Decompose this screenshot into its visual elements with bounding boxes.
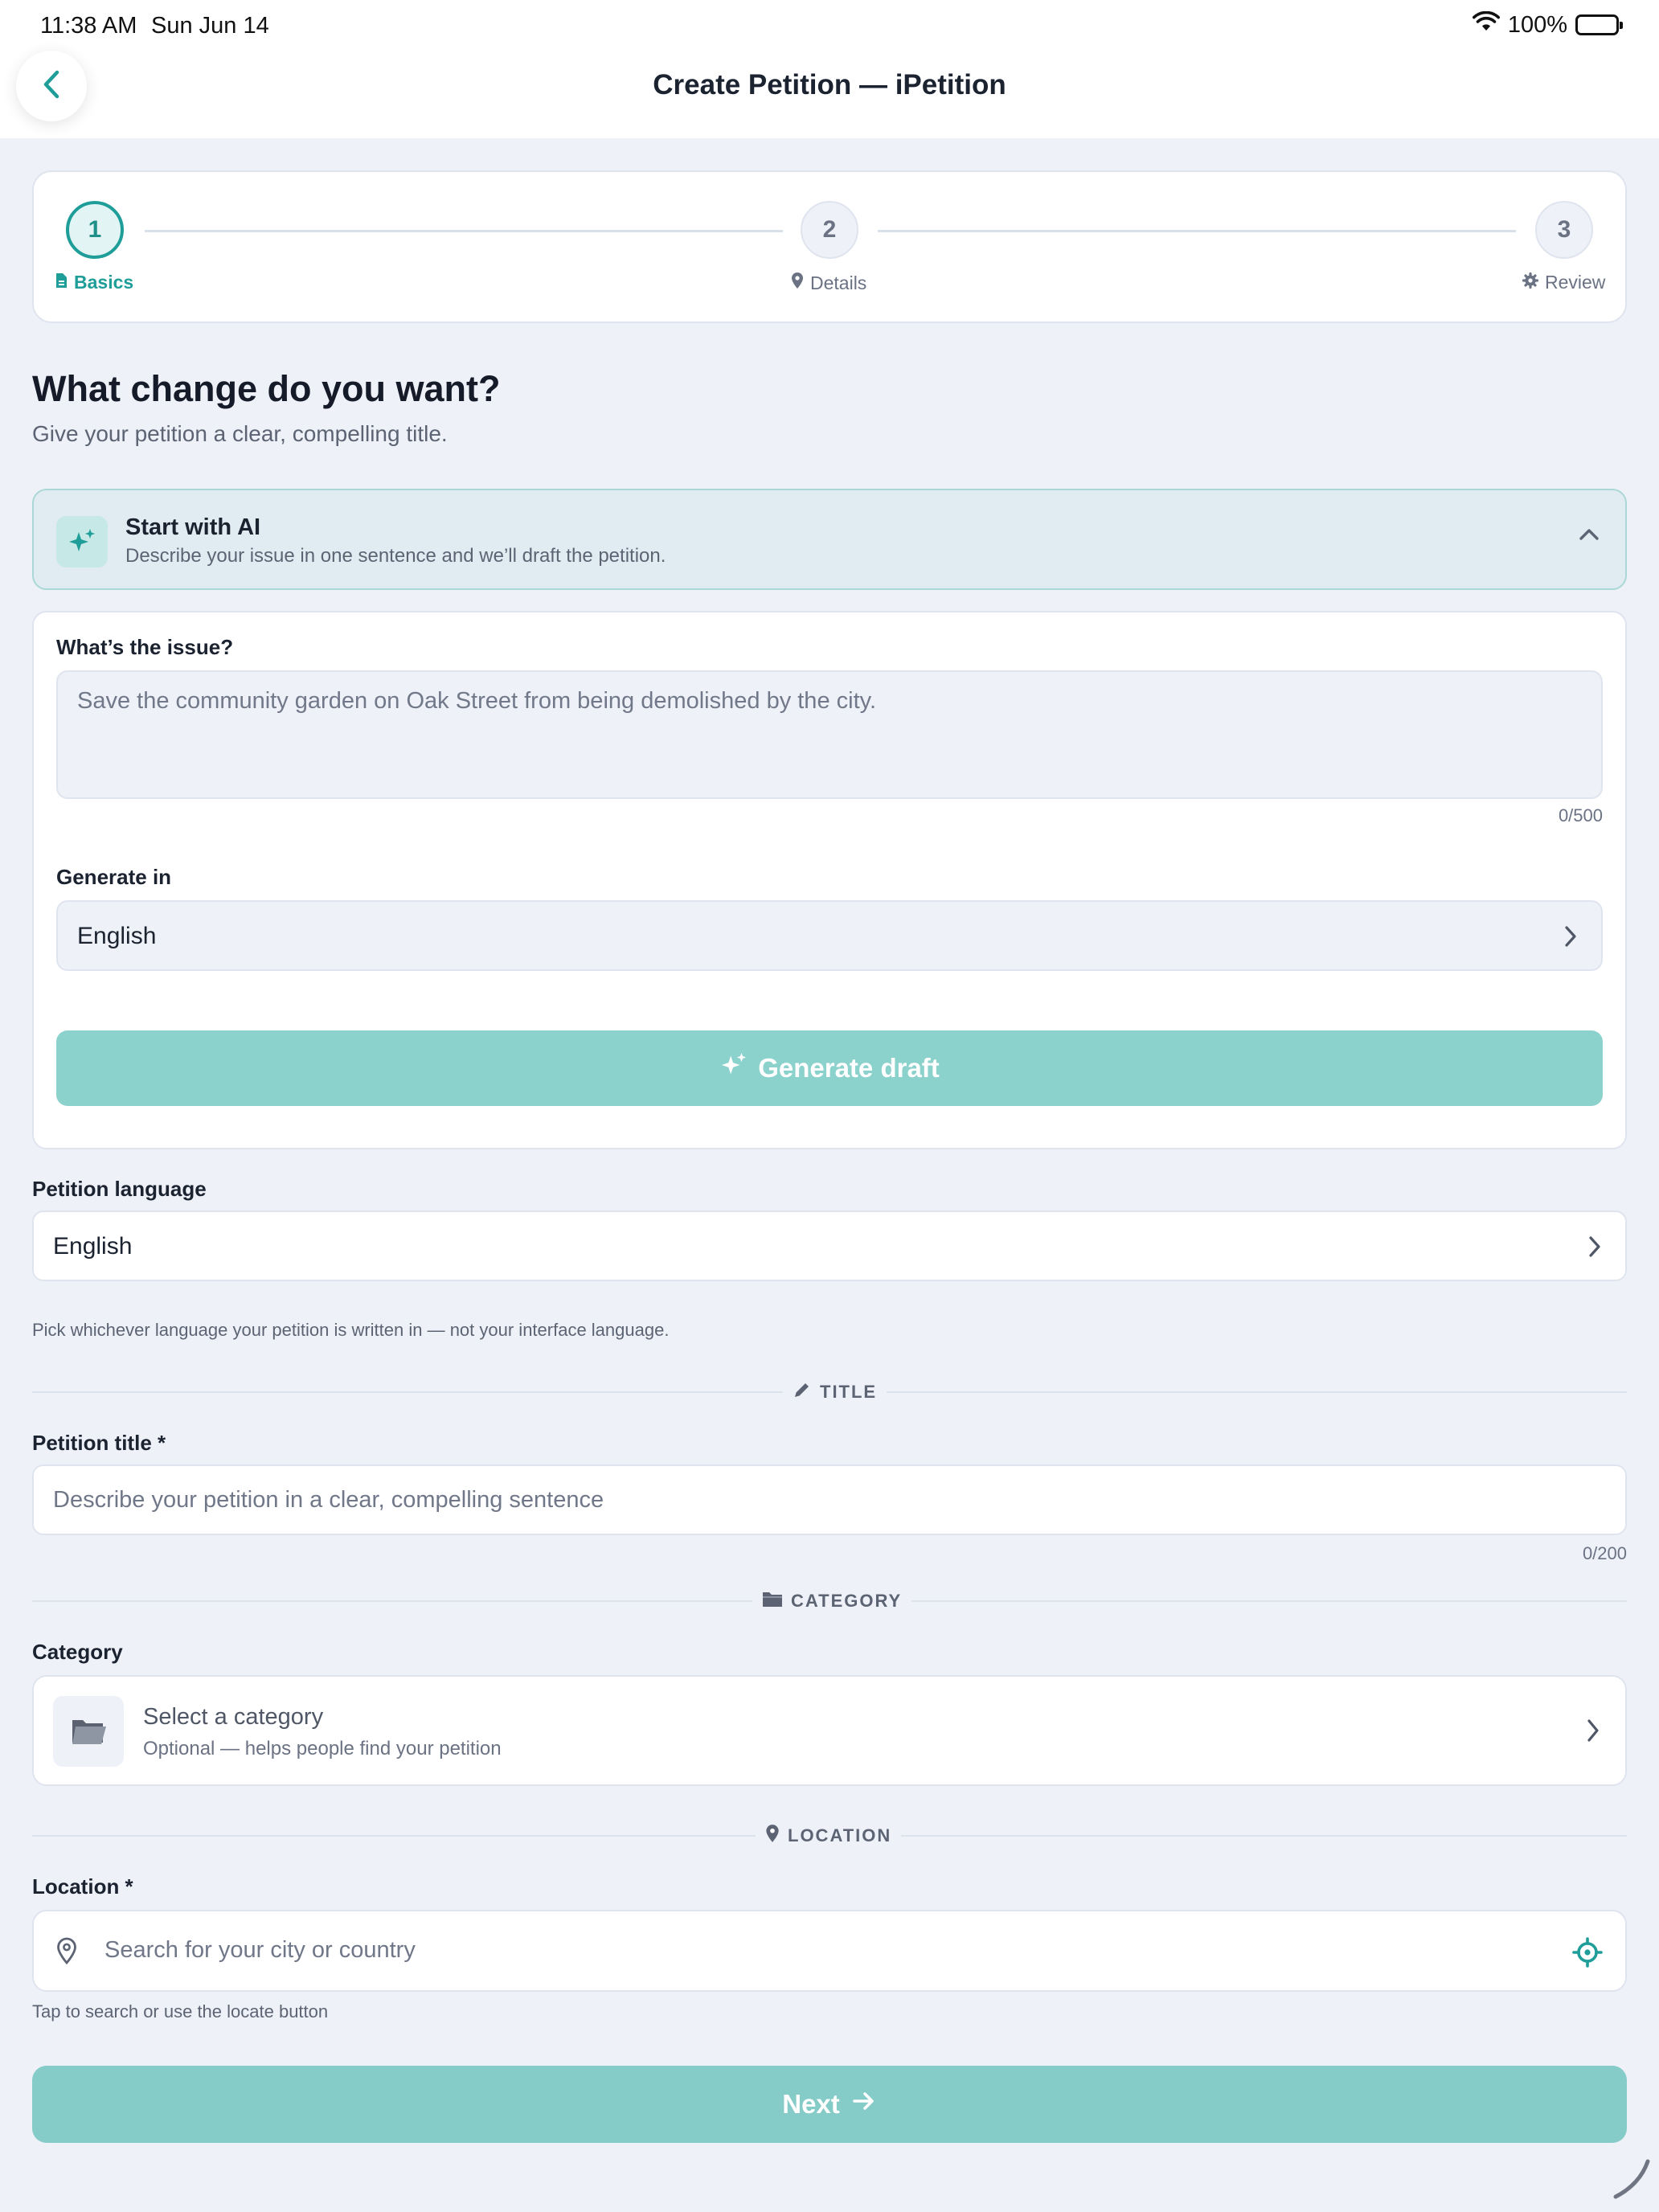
step-3-label-group[interactable]: Review: [1522, 272, 1605, 293]
chevron-right-icon: [1563, 924, 1579, 952]
section-heading: What change do you want?: [32, 368, 501, 409]
title-divider-label-group: TITLE: [783, 1376, 887, 1408]
status-time: 11:38 AM: [40, 13, 137, 39]
document-icon: [55, 272, 68, 293]
status-date: Sun Jun 14: [151, 13, 269, 39]
petition-language-label: Petition language: [32, 1177, 207, 1201]
ai-title: Start with AI: [125, 514, 261, 540]
issue-textarea[interactable]: Save the community garden on Oak Street …: [56, 670, 1603, 799]
next-button[interactable]: Next: [32, 2066, 1627, 2143]
page-title: Create Petition — iPetition: [653, 69, 1006, 100]
header: 11:38 AM Sun Jun 14 100% Create Petition…: [0, 0, 1659, 138]
issue-counter: 0/500: [1558, 805, 1603, 825]
location-input[interactable]: Search for your city or country: [32, 1910, 1627, 1992]
petition-language-select[interactable]: English: [32, 1210, 1627, 1281]
generate-draft-button[interactable]: Generate draft: [56, 1030, 1603, 1106]
step-3-circle[interactable]: 3: [1535, 201, 1593, 259]
location-divider-label: LOCATION: [788, 1825, 892, 1845]
status-right: 100%: [1472, 10, 1623, 39]
step-connector: [878, 230, 1516, 232]
start-with-ai-toggle[interactable]: Start with AI Describe your issue in one…: [32, 489, 1627, 590]
title-divider-label: TITLE: [820, 1382, 878, 1402]
next-label: Next: [782, 2089, 840, 2119]
step-1-circle[interactable]: 1: [66, 201, 124, 259]
step-3-label: Review: [1545, 272, 1606, 293]
arrow-right-icon: [851, 2089, 877, 2120]
step-2-circle[interactable]: 2: [801, 201, 858, 259]
category-divider-label-group: CATEGORY: [752, 1585, 912, 1617]
location-divider-label-group: LOCATION: [756, 1820, 902, 1852]
battery-percent: 100%: [1507, 11, 1567, 38]
sparkles-icon: [719, 1051, 748, 1086]
location-divider: LOCATION: [32, 1820, 1627, 1852]
category-label: Category: [32, 1640, 123, 1664]
generate-in-value: English: [77, 923, 157, 949]
category-title: Select a category: [143, 1704, 324, 1730]
pin-icon: [791, 272, 804, 294]
location-placeholder: Search for your city or country: [104, 1937, 416, 1963]
step-1-label-group[interactable]: Basics: [55, 272, 133, 293]
step-2-label: Details: [810, 272, 867, 293]
chevron-up-icon: [1577, 526, 1601, 547]
folder-icon: [762, 1590, 783, 1612]
location-hint: Tap to search or use the locate button: [32, 2001, 329, 2022]
location-pin-icon: [56, 1937, 77, 1968]
petition-language-hint: Pick whichever language your petition is…: [32, 1320, 670, 1340]
step-connector: [145, 230, 783, 232]
category-divider-label: CATEGORY: [791, 1591, 903, 1611]
category-divider: CATEGORY: [32, 1585, 1627, 1617]
chevron-right-icon: [1585, 1717, 1601, 1748]
petition-title-label: Petition title *: [32, 1431, 166, 1455]
category-select[interactable]: Select a category Optional — helps peopl…: [32, 1675, 1627, 1786]
section-subheading: Give your petition a clear, compelling t…: [32, 421, 448, 446]
ai-description: Describe your issue in one sentence and …: [125, 545, 666, 567]
category-subtitle: Optional — helps people find your petiti…: [143, 1738, 502, 1759]
petition-title-counter: 0/200: [1582, 1543, 1627, 1563]
location-label: Location *: [32, 1874, 133, 1899]
ai-draft-card: What’s the issue? Save the community gar…: [32, 611, 1627, 1149]
battery-icon: [1575, 14, 1623, 35]
chevron-right-icon: [1587, 1235, 1603, 1263]
step-1-label: Basics: [74, 272, 134, 293]
generate-in-select[interactable]: English: [56, 900, 1603, 971]
progress-stepper: 1 Basics 2 Details 3 Review: [32, 170, 1627, 323]
wifi-icon: [1472, 10, 1500, 39]
gear-icon: [1522, 272, 1539, 293]
generate-in-label: Generate in: [56, 865, 172, 889]
pencil-icon: [793, 1380, 812, 1404]
scroll-indicator: [1608, 2157, 1654, 2207]
pin-icon: [765, 1824, 780, 1848]
petition-title-placeholder: Describe your petition in a clear, compe…: [53, 1487, 604, 1513]
issue-label: What’s the issue?: [56, 635, 234, 659]
folder-icon: [53, 1696, 124, 1767]
petition-language-value: English: [53, 1233, 133, 1260]
create-petition-screen: 11:38 AM Sun Jun 14 100% Create Petition…: [0, 0, 1659, 2212]
locate-icon[interactable]: [1572, 1937, 1603, 1972]
step-2-label-group[interactable]: Details: [791, 272, 866, 294]
sparkles-icon: [56, 516, 108, 567]
generate-draft-label: Generate draft: [758, 1053, 940, 1083]
title-divider: TITLE: [32, 1376, 1627, 1408]
petition-title-input[interactable]: Describe your petition in a clear, compe…: [32, 1464, 1627, 1535]
